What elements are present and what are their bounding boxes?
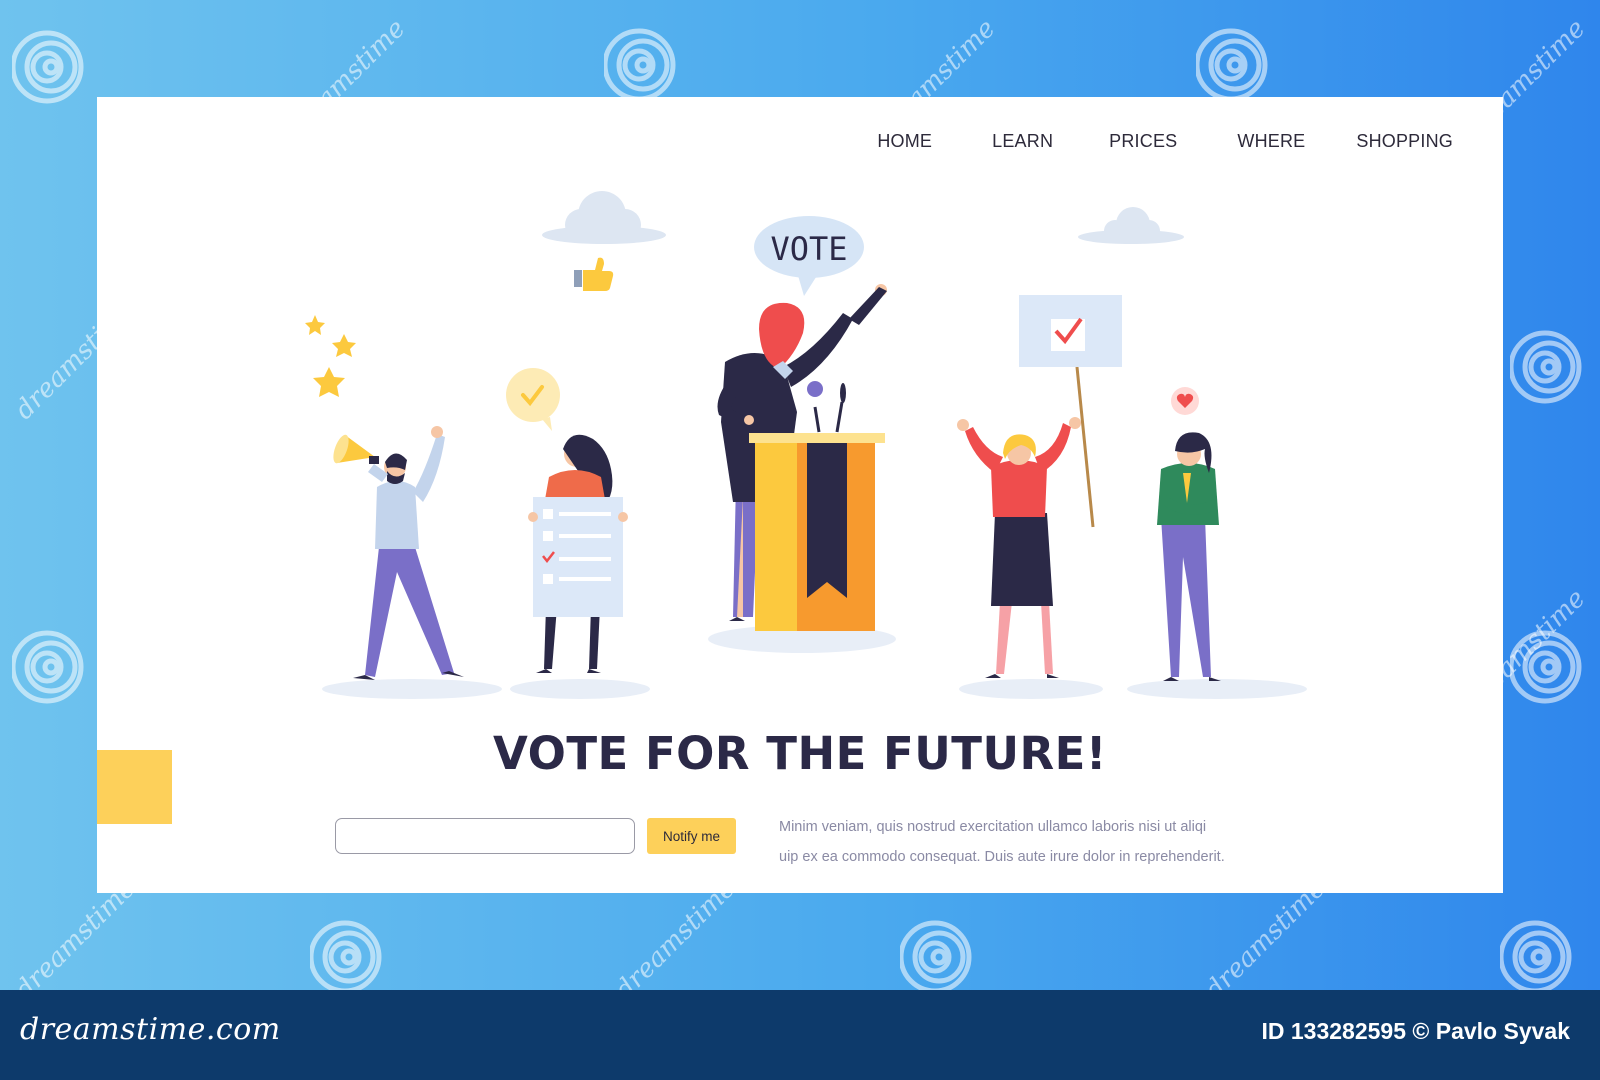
person-speaker <box>717 284 887 631</box>
cloud-icon <box>542 191 666 244</box>
headline: VOTE FOR THE FUTURE! <box>493 727 1107 780</box>
spiral-icon <box>1196 28 1268 102</box>
notify-me-button[interactable]: Notify me <box>647 818 736 854</box>
star-icon <box>305 315 356 397</box>
spiral-icon <box>310 920 382 994</box>
spiral-icon <box>1510 330 1582 404</box>
heart-icon <box>1171 387 1199 415</box>
watermark-text: dreamstime <box>9 873 142 1006</box>
footer-logo: dreamstime.com <box>20 1012 281 1047</box>
description-line: uip ex ea commodo consequat. Duis aute i… <box>779 849 1225 865</box>
megaphone-icon <box>333 434 379 464</box>
person-checklist <box>528 434 628 673</box>
landing-page-card: HOME LEARN PRICES WHERE SHOPPING VOTE VO… <box>97 97 1503 893</box>
description-line: Minim veniam, quis nostrud exercitation … <box>779 819 1207 835</box>
spiral-icon <box>900 920 972 994</box>
ground-shadow <box>322 679 502 699</box>
podium <box>749 433 885 631</box>
hero-illustration: VOTE <box>305 191 1307 699</box>
description: Minim veniam, quis nostrud exercitation … <box>779 812 1299 872</box>
ground-shadow <box>959 679 1103 699</box>
email-input[interactable] <box>335 818 635 854</box>
check-bubble-icon <box>506 368 560 431</box>
footer-image-id: ID 133282595 © Pavlo Syvak <box>1261 1018 1570 1044</box>
watermark-text: dreamstime <box>1199 873 1332 1006</box>
ground-shadow <box>510 679 650 699</box>
person-sign <box>957 295 1122 678</box>
spiral-icon <box>1500 920 1572 994</box>
person-megaphone <box>333 426 464 680</box>
watermark-text: dreamstime <box>609 873 742 1006</box>
cloud-icon <box>1078 207 1184 244</box>
vote-bubble-text: VOTE <box>770 230 847 268</box>
microphone-icon <box>807 381 846 433</box>
person-woman-green <box>1157 432 1221 681</box>
watermark-footer: dreamstime.com ID 133282595 © Pavlo Syva… <box>0 990 1600 1080</box>
decorative-square <box>97 750 172 824</box>
ground-shadow <box>1127 679 1307 699</box>
checklist-icon <box>533 497 623 617</box>
spiral-icon <box>12 630 84 704</box>
spiral-icon <box>604 28 676 102</box>
vote-speech-bubble: VOTE <box>754 216 864 296</box>
spiral-icon <box>12 30 84 104</box>
thumbs-up-icon <box>574 257 614 291</box>
